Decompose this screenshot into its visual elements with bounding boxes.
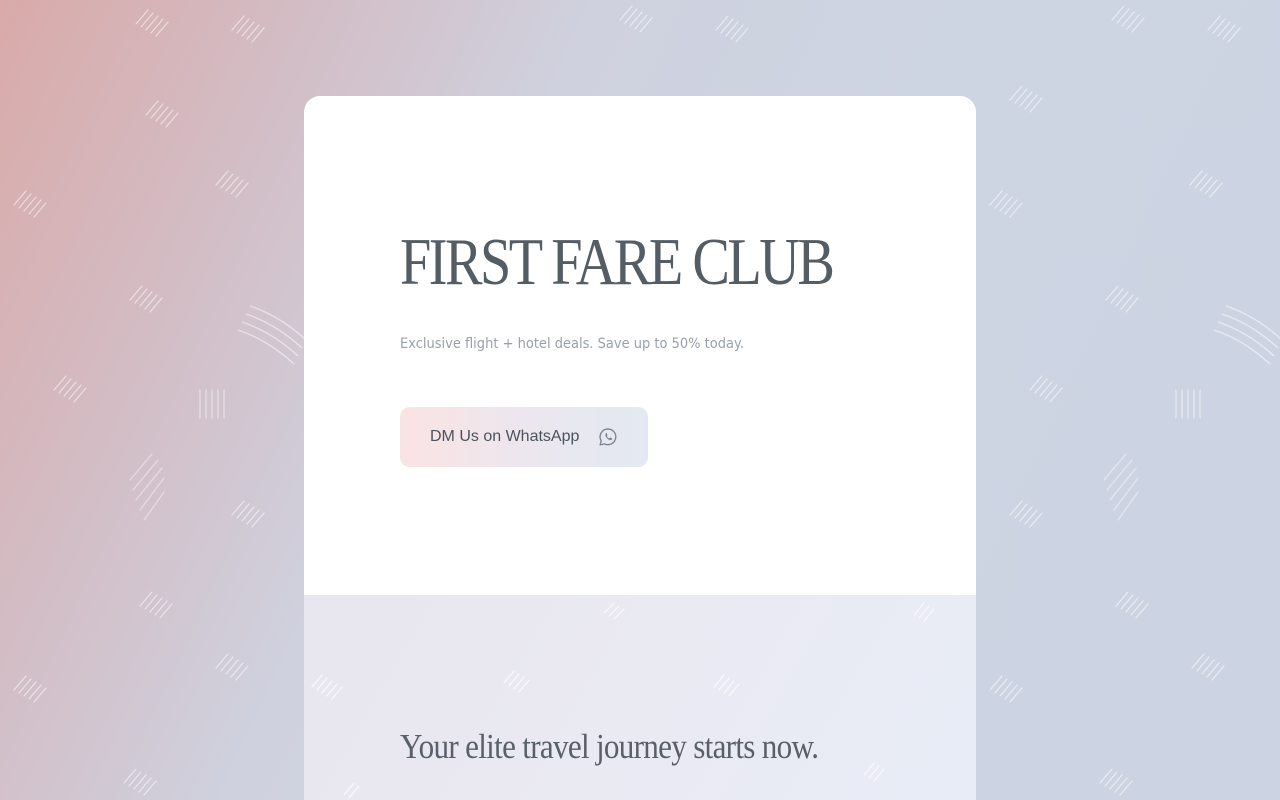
hero-card: FIRST FARE CLUB Exclusive flight + hotel…	[304, 96, 976, 800]
whatsapp-icon	[599, 428, 617, 446]
brand-title: FIRST FARE CLUB	[400, 225, 835, 299]
whatsapp-dm-button-label: DM Us on WhatsApp	[430, 428, 580, 445]
hero-panel: FIRST FARE CLUB Exclusive flight + hotel…	[304, 96, 976, 595]
whatsapp-dm-button[interactable]: DM Us on WhatsApp	[400, 407, 648, 467]
section-pattern	[311, 602, 935, 799]
tagline: Exclusive flight + hotel deals. Save up …	[400, 336, 744, 352]
section-heading: Your elite travel journey starts now.	[400, 727, 819, 766]
journey-section: Your elite travel journey starts now.	[304, 595, 976, 800]
